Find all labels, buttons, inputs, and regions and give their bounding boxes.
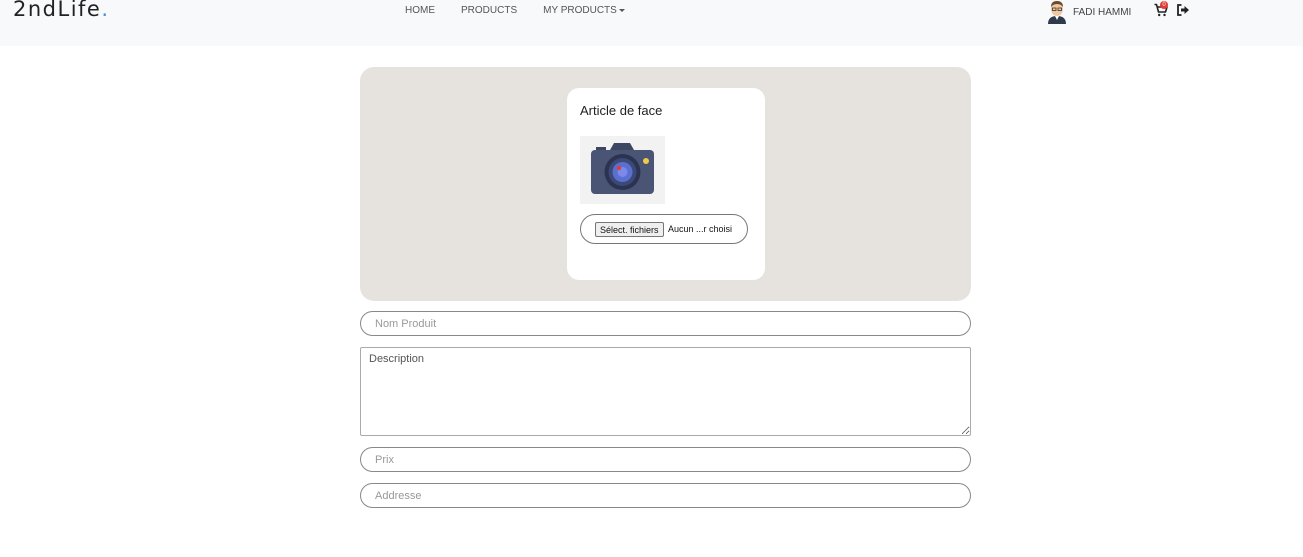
nav-products-link[interactable]: PRODUCTS: [461, 5, 517, 16]
front-image-card: Article de face Sélect. fichiers Aucun .…: [567, 88, 765, 280]
nav-my-products-dropdown[interactable]: MY PRODUCTS: [543, 5, 625, 16]
main-nav: HOME PRODUCTS MY PRODUCTS: [405, 5, 651, 16]
address-input[interactable]: [360, 483, 971, 508]
choose-files-button[interactable]: Sélect. fichiers: [595, 222, 664, 237]
description-textarea[interactable]: [360, 347, 971, 436]
logout-button[interactable]: [1176, 3, 1190, 17]
avatar: [1046, 0, 1068, 24]
nav-my-products-label: MY PRODUCTS: [543, 5, 617, 16]
brand-dot: .: [101, 0, 110, 21]
brand-logo[interactable]: 2ndLife.: [13, 0, 110, 21]
file-upload-field: Sélect. fichiers Aucun ...r choisi: [580, 214, 748, 244]
file-status-text: Aucun ...r choisi: [668, 224, 733, 234]
user-avatar-icon: [1048, 1, 1066, 24]
caret-down-icon: [618, 8, 625, 12]
image-upload-panel: Article de face Sélect. fichiers Aucun .…: [360, 67, 971, 301]
user-menu[interactable]: FADI HAMMI: [1046, 0, 1131, 24]
card-title: Article de face: [580, 103, 663, 118]
brand-name: 2ndLife: [13, 0, 102, 21]
cart-button[interactable]: 0: [1154, 1, 1168, 17]
nav-home-link[interactable]: HOME: [405, 5, 435, 16]
product-name-input[interactable]: [360, 311, 971, 336]
user-name: FADI HAMMI: [1073, 6, 1132, 18]
price-input[interactable]: [360, 447, 971, 472]
cart-count-badge: 0: [1160, 1, 1168, 9]
image-preview: [580, 136, 665, 204]
top-navbar: 2ndLife. HOME PRODUCTS MY PRODUCTS FADI …: [0, 0, 1303, 46]
camera-icon: [591, 143, 654, 194]
sign-out-icon: [1177, 4, 1189, 16]
